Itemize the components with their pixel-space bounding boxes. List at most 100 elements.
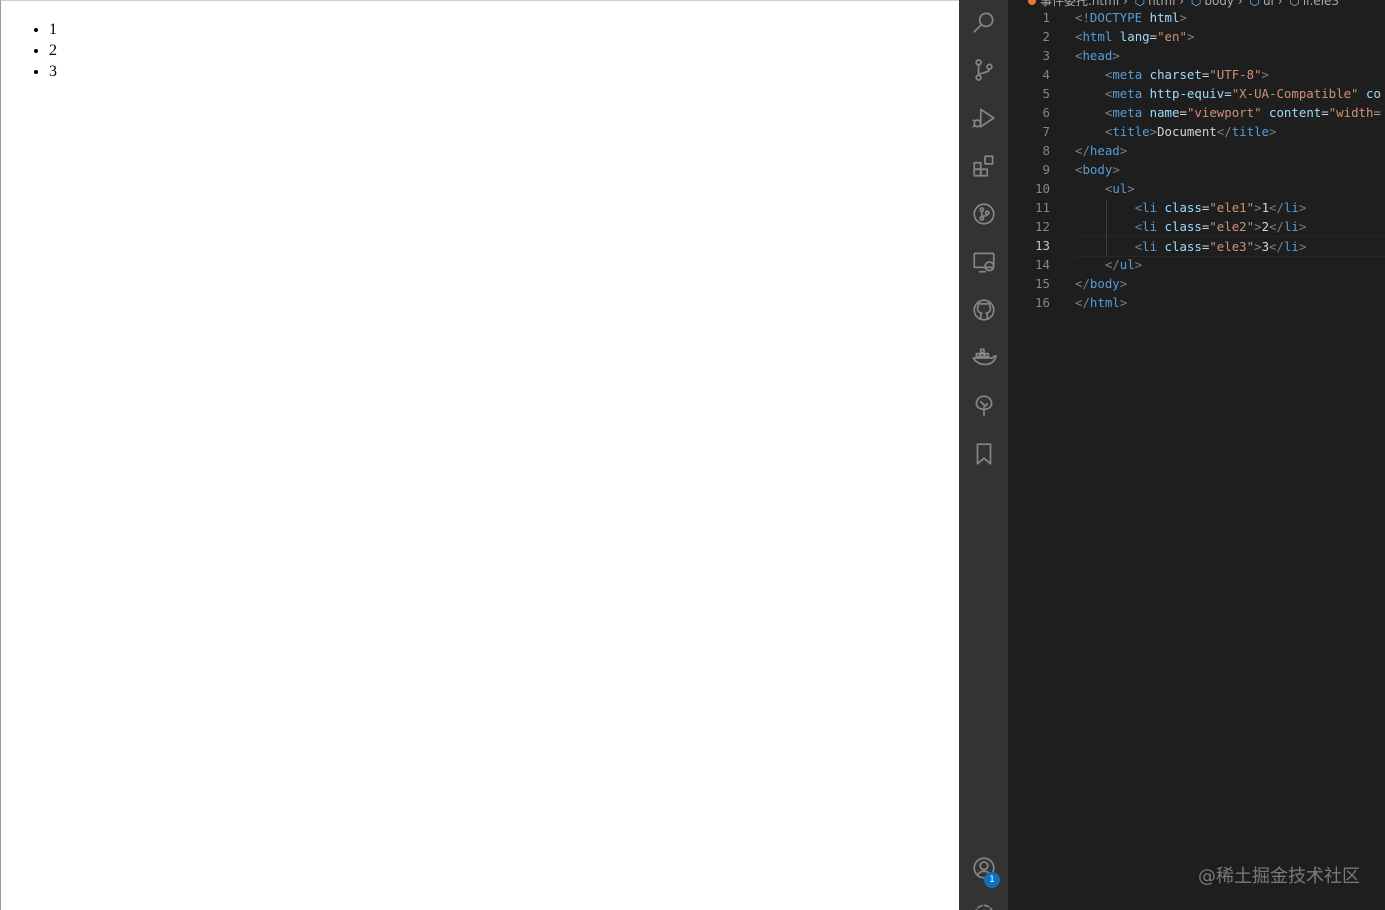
code-token: <! [1075,10,1090,25]
code-token: 1 [1261,200,1270,215]
code-token: ul [1119,257,1135,272]
code-token: body [1082,162,1113,177]
code-text[interactable]: <meta http-equiv="X-UA-Compatible" co [1075,84,1385,103]
code-token: > [1119,276,1128,291]
code-text[interactable]: <title>Document</title> [1075,122,1385,141]
code-token: li [1142,239,1158,254]
code-token: "viewport" [1186,105,1262,120]
code-token: li [1283,219,1299,234]
code-text[interactable]: <ul> [1075,179,1385,198]
code-token: = [1321,105,1329,120]
code-token: > [1298,219,1307,234]
git-graph-icon[interactable] [959,192,1008,236]
list-item: 2 [49,40,57,61]
source-control-icon[interactable] [959,48,1008,92]
run-debug-icon[interactable] [959,96,1008,140]
account-icon[interactable]: 1 [959,846,1008,890]
code-text[interactable]: </head> [1075,141,1385,160]
code-token: = [1179,105,1187,120]
code-text[interactable]: </ul> [1075,255,1385,274]
code-token: > [1298,200,1307,215]
code-token: = [1149,29,1158,44]
code-editor[interactable]: 事件委托.html › ⬡ html › ⬡ body › ⬡ ul › ⬡ li.el… [1008,0,1385,910]
remote-explorer-icon[interactable] [959,240,1008,284]
code-line[interactable]: 4 <meta charset="UTF-8"> [1008,65,1385,84]
line-number: 5 [1042,86,1050,101]
code-lines[interactable]: 1 <!DOCTYPE html> 2 <html lang="en"> 3 <head>… [1008,8,1385,312]
line-number: 2 [1042,29,1050,44]
activity-bar: 1 [959,0,1008,910]
code-token: > [1298,239,1307,254]
code-token: li [1283,239,1299,254]
code-text[interactable]: <meta charset="UTF-8"> [1075,65,1385,84]
code-line[interactable]: 3 <head> [1008,46,1385,65]
line-number: 6 [1042,105,1050,120]
browser-preview: 1 2 3 [0,0,959,910]
code-token: class [1164,200,1202,215]
code-line[interactable]: 5 <meta http-equiv="X-UA-Compatible" co [1008,84,1385,103]
code-token: > [1254,239,1262,254]
list-item: 1 [49,19,57,40]
code-text[interactable]: </body> [1075,274,1385,293]
code-line[interactable]: 7 <title>Document</title> [1008,122,1385,141]
code-token: > [1112,162,1120,177]
code-line[interactable]: 6 <meta name="viewport" content="width= [1008,103,1385,122]
code-text[interactable]: </html> [1075,293,1385,312]
code-token: Document [1157,124,1217,139]
code-token: meta [1112,105,1143,120]
breadcrumb: 事件委托.html › ⬡ html › ⬡ body › ⬡ ul › ⬡ li.el… [1008,0,1385,8]
code-line[interactable]: 14 </ul> [1008,255,1385,274]
line-number: 12 [1035,219,1050,234]
code-line[interactable]: 15 </body> [1008,274,1385,293]
code-text[interactable]: <head> [1075,46,1385,65]
code-token: </ [1216,124,1232,139]
bookmark-icon[interactable] [959,432,1008,476]
code-line[interactable]: 1 <!DOCTYPE html> [1008,8,1385,27]
code-text[interactable]: <li class="ele2">2</li> [1075,217,1385,236]
code-text[interactable]: <li class="ele3">3</li> [1075,236,1385,257]
code-token: head [1082,48,1113,63]
code-token: "width= [1328,105,1381,120]
code-token: </ [1075,143,1090,158]
code-text[interactable]: <!DOCTYPE html> [1075,8,1385,27]
code-token: li [1142,200,1158,215]
tree-icon[interactable] [959,384,1008,428]
code-text[interactable]: <body> [1075,160,1385,179]
code-text[interactable]: <html lang="en"> [1075,27,1385,46]
code-token: > [1254,219,1262,234]
settings-icon[interactable] [959,892,1008,910]
code-line[interactable]: 13 <li class="ele3">3</li> [1008,236,1385,257]
code-token: html [1082,29,1113,44]
code-token: </ [1104,257,1120,272]
code-line[interactable]: 11 <li class="ele1">1</li> [1008,198,1385,217]
code-token: co [1366,86,1381,101]
code-line[interactable]: 2 <html lang="en"> [1008,27,1385,46]
code-line[interactable]: 10 <ul> [1008,179,1385,198]
code-token: = [1224,86,1232,101]
github-icon[interactable] [959,288,1008,332]
code-line[interactable]: 8 </head> [1008,141,1385,160]
code-line[interactable]: 16 </html> [1008,293,1385,312]
code-line[interactable]: 12 <li class="ele2">2</li> [1008,217,1385,236]
search-icon[interactable] [959,0,1008,44]
code-text[interactable]: <li class="ele1">1</li> [1075,198,1385,217]
code-token: meta [1112,67,1143,82]
line-number: 3 [1042,48,1050,63]
code-token: class [1164,219,1202,234]
code-text[interactable]: <meta name="viewport" content="width= [1075,103,1385,122]
code-token: "ele3" [1209,239,1255,254]
docker-icon[interactable] [959,336,1008,380]
code-token: "ele2" [1209,219,1255,234]
code-token: html [1089,295,1120,310]
code-line[interactable]: 9 <body> [1008,160,1385,179]
code-token: > [1269,124,1277,139]
line-number: 16 [1035,295,1050,310]
extensions-icon[interactable] [959,144,1008,188]
